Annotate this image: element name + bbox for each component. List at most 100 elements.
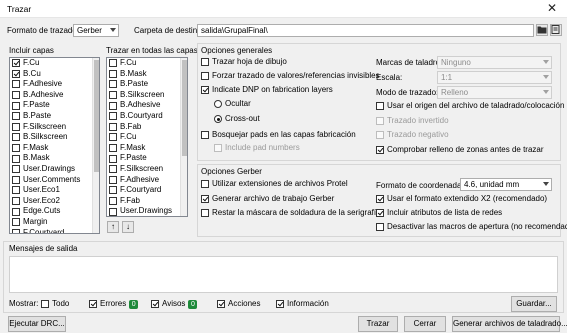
checkbox-box [201, 131, 209, 139]
protel-extensions-checkbox[interactable]: Utilizar extensiones de archivos Protel [201, 179, 348, 189]
include-layer-item[interactable]: B.Mask [10, 153, 99, 164]
crossout-label: Cross-out [225, 114, 260, 123]
negative-plot-checkbox[interactable]: Trazado negativo [376, 130, 449, 140]
checkbox-box [12, 207, 20, 216]
include-layer-item[interactable]: Margin [10, 217, 99, 228]
mirrored-plot-checkbox[interactable]: Trazado invertido [376, 116, 449, 126]
plot-all-layer-item[interactable]: User.Drawings [107, 206, 187, 216]
include-layer-item[interactable]: User.Eco1 [10, 185, 99, 196]
generate-drill-files-button[interactable]: Generar archivos de taladrado... [452, 316, 567, 332]
checkbox-box [109, 186, 117, 195]
move-down-button[interactable]: ↓ [122, 221, 134, 233]
include-layer-item[interactable]: User.Comments [10, 175, 99, 186]
scale-value: 1:1 [441, 73, 453, 82]
include-layer-item[interactable]: F.Cu [10, 58, 99, 69]
plot-mode-select[interactable]: Relleno [437, 86, 552, 99]
checkbox-box [12, 154, 20, 163]
disable-macros-checkbox[interactable]: Desactivar las macros de apertura (no re… [376, 222, 567, 232]
checkbox-box [201, 72, 209, 80]
netlist-attributes-checkbox[interactable]: Incluir atributos de lista de redes [376, 208, 502, 218]
checkbox-box [12, 197, 20, 206]
checkbox-box [109, 144, 117, 153]
drill-marks-select[interactable]: Ninguno [437, 56, 552, 69]
include-pad-numbers-checkbox[interactable]: Include pad numbers [214, 143, 300, 153]
coord-format-label: Formato de coordenadas: [376, 181, 468, 190]
checkbox-box [109, 154, 117, 163]
plot-all-layer-item-label: F.Silkscreen [120, 163, 164, 173]
arrow-up-icon: ↑ [111, 222, 115, 231]
dest-folder-input[interactable]: salida\GrupalFinal\ [197, 24, 534, 37]
plot-all-layer-item[interactable]: B.Mask [107, 69, 187, 80]
check-zone-fills-checkbox[interactable]: Comprobar relleno de zonas antes de traz… [376, 145, 544, 155]
sketch-pads-checkbox[interactable]: Bosquejar pads en las capas fabricación [201, 130, 356, 140]
include-layer-item[interactable]: User.Eco2 [10, 196, 99, 207]
filter-warnings-checkbox[interactable]: Avisos 0 [151, 299, 198, 309]
scroll-thumb[interactable] [94, 60, 99, 172]
include-layer-item[interactable]: B.Silkscreen [10, 132, 99, 143]
plot-all-layer-item[interactable]: F.Paste [107, 153, 187, 164]
close-icon[interactable]: ✕ [547, 1, 557, 15]
netlist-attributes-label: Incluir atributos de lista de redes [387, 208, 503, 217]
include-layer-item[interactable]: F.Courtyard [10, 228, 99, 233]
include-layers-list[interactable]: F.Cu B.Cu F.Adhesive B.Adhesive F.Paste B.Pas… [9, 57, 100, 234]
checkbox-box [12, 101, 20, 110]
include-layers-title: Incluir capas [9, 46, 54, 55]
plot-format-select[interactable]: Gerber [73, 24, 119, 37]
include-layer-item[interactable]: User.Drawings [10, 164, 99, 175]
plot-all-layer-item[interactable]: B.Adhesive [107, 100, 187, 111]
hide-radio[interactable]: Ocultar [214, 99, 251, 109]
filter-errors-checkbox[interactable]: Errores 0 [89, 299, 139, 309]
include-layer-item[interactable]: F.Adhesive [10, 79, 99, 90]
plot-all-layer-item[interactable]: F.Cu [107, 132, 187, 143]
plot-format-value: Gerber [77, 26, 102, 35]
checkbox-box [201, 58, 209, 66]
force-invisible-checkbox[interactable]: Forzar trazado de valores/referencias in… [201, 71, 380, 81]
file-browse-icon[interactable] [550, 24, 562, 36]
plot-all-layer-item-label: B.Paste [120, 79, 149, 89]
output-messages-area[interactable] [9, 256, 558, 293]
plot-all-layer-item[interactable]: B.Fab [107, 122, 187, 133]
scale-label: Escala: [376, 73, 403, 82]
plot-all-layer-item[interactable]: B.Courtyard [107, 111, 187, 122]
plot-all-layer-item[interactable]: F.Fab [107, 196, 187, 207]
filter-info-checkbox[interactable]: Información [276, 299, 329, 309]
include-layer-item[interactable]: F.Mask [10, 143, 99, 154]
filter-actions-checkbox[interactable]: Acciones [217, 299, 260, 309]
run-drc-button[interactable]: Ejecutar DRC... [8, 316, 66, 332]
x2-format-checkbox[interactable]: Usar el formato extendido X2 (recomendad… [376, 194, 547, 204]
filter-all-checkbox[interactable]: Todo [41, 299, 69, 309]
plot-all-layer-item[interactable]: F.Adhesive [107, 175, 187, 186]
save-messages-button[interactable]: Guardar... [511, 296, 557, 312]
plot-all-layer-item[interactable]: B.Silkscreen [107, 90, 187, 101]
checkbox-box [109, 122, 117, 131]
subtract-mask-checkbox[interactable]: Restar la máscara de soldadura de la ser… [201, 208, 381, 218]
scale-select[interactable]: 1:1 [437, 71, 552, 84]
checkbox-box [12, 91, 20, 100]
plot-all-layers-list[interactable]: F.Cu B.Mask B.Paste B.Silkscreen B.Adhesive B… [106, 57, 188, 217]
plot-all-layers-scrollbar[interactable] [180, 58, 187, 216]
include-layer-item[interactable]: F.Silkscreen [10, 122, 99, 133]
include-layer-item[interactable]: B.Cu [10, 69, 99, 80]
plot-all-layer-item[interactable]: B.Paste [107, 79, 187, 90]
include-layer-item[interactable]: Edge.Cuts [10, 206, 99, 217]
coord-format-select[interactable]: 4.6, unidad mm [460, 178, 552, 191]
include-layer-item-label: User.Eco1 [23, 185, 60, 195]
folder-open-icon[interactable] [536, 24, 548, 36]
include-layer-item[interactable]: F.Paste [10, 100, 99, 111]
plot-all-layer-item[interactable]: F.Mask [107, 143, 187, 154]
move-up-button[interactable]: ↑ [107, 221, 119, 233]
gerber-job-file-checkbox[interactable]: Generar archivo de trabajo Gerber [201, 194, 334, 204]
crossout-radio[interactable]: Cross-out [214, 114, 260, 124]
include-layers-scrollbar[interactable] [92, 58, 99, 233]
scroll-thumb[interactable] [182, 60, 187, 156]
use-drill-origin-checkbox[interactable]: Usar el origen del archivo de taladrado/… [376, 101, 564, 111]
plot-sheet-checkbox[interactable]: Trazar hoja de dibujo [201, 57, 287, 67]
plot-button[interactable]: Trazar [358, 316, 398, 332]
indicate-dnp-checkbox[interactable]: Indicate DNP on fabrication layers [201, 85, 333, 95]
plot-all-layer-item[interactable]: F.Cu [107, 58, 187, 69]
include-layer-item[interactable]: B.Paste [10, 111, 99, 122]
plot-all-layer-item[interactable]: F.Courtyard [107, 185, 187, 196]
close-button[interactable]: Cerrar [404, 316, 446, 332]
plot-all-layer-item[interactable]: F.Silkscreen [107, 164, 187, 175]
include-layer-item[interactable]: B.Adhesive [10, 90, 99, 101]
